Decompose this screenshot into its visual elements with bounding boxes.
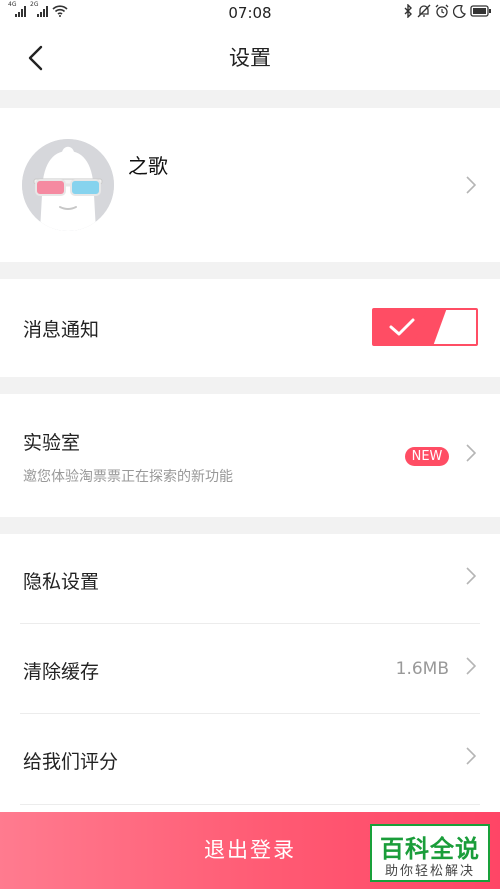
page-title: 设置 (229, 46, 271, 70)
lab-label: 实验室 (23, 432, 81, 454)
clear-cache-row[interactable]: 清除缓存 1.6MB (0, 624, 500, 714)
notification-row: 消息通知 (0, 279, 500, 377)
settings-list: 隐私设置 清除缓存 1.6MB 给我们评分 (0, 534, 500, 812)
watermark: 百科全说 助你轻松解决 (370, 824, 490, 882)
list-item-label: 给我们评分 (23, 751, 119, 773)
lab-subtitle: 邀您体验淘票票正在探索的新功能 (23, 469, 233, 485)
cache-size: 1.6MB (395, 659, 449, 679)
watermark-sub: 助你轻松解决 (384, 864, 475, 879)
chevron-right-icon (466, 176, 476, 194)
moon-icon (453, 4, 466, 18)
profile-row[interactable]: 之歌 (0, 108, 500, 262)
nav-bar: 设置 (0, 26, 500, 90)
status-icons (403, 4, 492, 18)
notification-toggle[interactable] (372, 308, 478, 346)
divider (20, 804, 480, 805)
chevron-right-icon (466, 747, 476, 765)
chevron-right-icon (466, 444, 476, 462)
back-button[interactable] (18, 40, 52, 76)
list-item-label: 清除缓存 (23, 661, 100, 683)
mute-bell-icon (417, 4, 431, 18)
rate-us-row[interactable]: 给我们评分 (0, 714, 500, 804)
bluetooth-icon (404, 4, 412, 18)
chevron-right-icon (466, 567, 476, 585)
battery-icon (470, 5, 491, 17)
chevron-left-icon (28, 45, 43, 71)
alarm-icon (435, 4, 449, 18)
profile-name: 之歌 (128, 154, 168, 178)
new-badge: NEW (405, 447, 449, 466)
chevron-right-icon (466, 657, 476, 675)
privacy-settings-row[interactable]: 隐私设置 (0, 534, 500, 624)
check-icon (389, 318, 415, 336)
list-item-label: 隐私设置 (23, 571, 100, 593)
status-bar: 4G 2G 07:08 (0, 0, 500, 26)
avatar (22, 139, 114, 231)
avatar-mascot-icon (22, 139, 114, 231)
notification-label: 消息通知 (23, 319, 100, 341)
watermark-main: 百科全说 (380, 835, 480, 863)
